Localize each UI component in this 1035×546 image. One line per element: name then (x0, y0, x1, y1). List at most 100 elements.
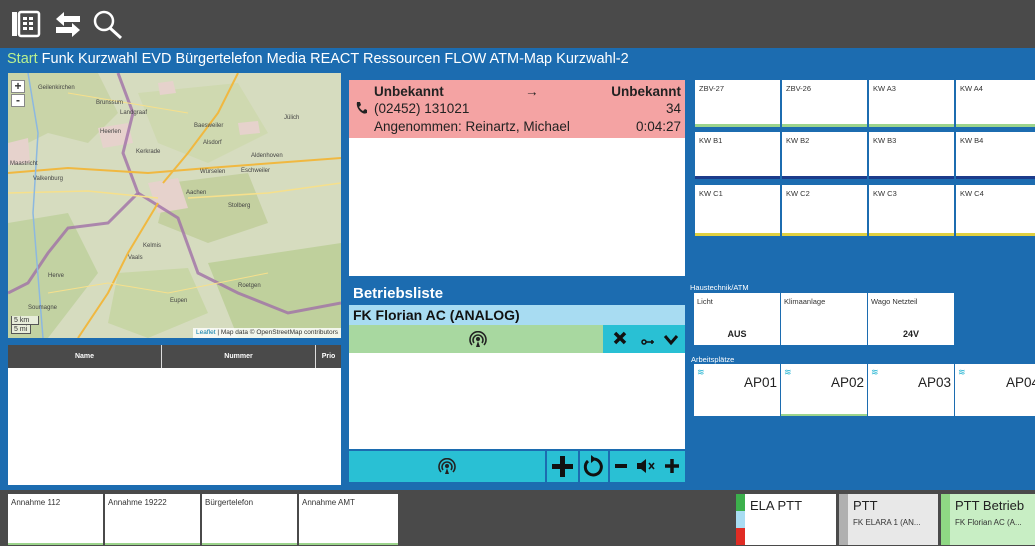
radio-transmit-bar[interactable] (349, 451, 545, 482)
haus-klimaanlage[interactable]: Klimaanlage (781, 293, 867, 345)
tab-kurzwahl-2[interactable]: Kurzwahl-2 (556, 51, 629, 67)
zoom-out-button[interactable]: - (11, 94, 25, 107)
tab-start[interactable]: Start (7, 51, 38, 67)
map-place-label: Aldenhoven (251, 153, 283, 159)
map-place-label: Roetgen (238, 283, 261, 289)
map-place-label: Eschweiler (241, 168, 271, 174)
annahme-112-label: Annahme 112 (11, 498, 61, 507)
map-place-label: Kelmis (143, 243, 162, 249)
leaflet-link[interactable]: Leaflet (196, 329, 216, 336)
kurzwahl-label: KW B3 (873, 136, 897, 145)
betriebsliste-title: Betriebsliste (349, 283, 685, 305)
ap-tile[interactable]: ≋ AP03 (868, 364, 954, 416)
kurzwahl-tile[interactable]: KW B4 (956, 132, 1035, 179)
search-icon[interactable] (92, 9, 124, 40)
ap-tile[interactable]: ≋ AP02 (781, 364, 867, 416)
annahme-112-button[interactable]: Annahme 112 (8, 494, 103, 545)
betriebsliste-channel[interactable]: FK Florian AC (ANALOG) (349, 305, 685, 325)
map-place-label: Maastricht (10, 161, 38, 167)
map-place-label: Baesweiler (194, 123, 224, 129)
ptt-indicator (941, 494, 950, 545)
zoom-in-button[interactable]: + (11, 80, 25, 93)
tab-atm-map[interactable]: ATM-Map (490, 51, 553, 67)
tab-bürgertelefon[interactable]: Bürgertelefon (175, 51, 262, 67)
app-root: Start Funk Kurzwahl EVD Bürgertelefon Me… (0, 0, 1035, 546)
add-button[interactable] (547, 451, 578, 482)
kurzwahl-tile[interactable]: KW A3 (869, 80, 954, 127)
kurzwahl-status-bar (782, 176, 867, 179)
annahme-19222-button[interactable]: Annahme 19222 (105, 494, 200, 545)
channel-controls (603, 325, 685, 353)
annahme-amt-label: Annahme AMT (302, 498, 355, 507)
ela-ptt-button[interactable]: ELA PTT (736, 494, 836, 545)
haus-klima-label: Klimaanlage (784, 297, 826, 306)
link-icon[interactable] (641, 334, 655, 352)
ap-tile[interactable]: ≋ AP01 (694, 364, 780, 416)
kurzwahl-tile[interactable]: ZBV-27 (695, 80, 780, 127)
map-place-label: Vaals (128, 255, 143, 261)
kurzwahl-tile[interactable]: KW B3 (869, 132, 954, 179)
wifi-icon: ≋ (784, 367, 792, 377)
kurzwahl-tile[interactable]: KW A4 (956, 80, 1035, 127)
kurzwahl-tile[interactable]: KW C4 (956, 185, 1035, 236)
kurzwahl-tile[interactable]: KW C1 (695, 185, 780, 236)
map-place-label: Jülich (284, 115, 300, 121)
haus-wago-value: 24V (902, 329, 919, 339)
kurzwahl-tile[interactable]: KW C2 (782, 185, 867, 236)
haus-wago-netzteil[interactable]: Wago Netzteil 24V (868, 293, 954, 345)
active-call[interactable]: Unbekannt → Unbekannt (02452) 131021 34 … (349, 80, 685, 138)
kurzwahl-tile[interactable]: ZBV-26 (782, 80, 867, 127)
volume-controls (610, 451, 685, 482)
tab-funk[interactable]: Funk (42, 51, 74, 67)
kurzwahl-label: KW B2 (786, 136, 810, 145)
radio-status-bar[interactable] (349, 325, 603, 353)
button-status-bar (8, 543, 103, 545)
ptt-indicator (839, 494, 848, 545)
tab-react[interactable]: REACT (310, 51, 359, 67)
tab-evd[interactable]: EVD (142, 51, 172, 67)
kurzwahl-tile[interactable]: KW B2 (782, 132, 867, 179)
tab-kurzwahl[interactable]: Kurzwahl (78, 51, 138, 67)
chevron-down-icon[interactable] (663, 333, 679, 351)
kurzwahl-tile[interactable]: KW C3 (869, 185, 954, 236)
tab-media[interactable]: Media (267, 51, 307, 67)
refresh-icon[interactable] (580, 451, 608, 482)
kurzwahl-label: KW C4 (960, 189, 984, 198)
transfer-arrows-icon[interactable] (52, 9, 84, 39)
haus-licht-label: Licht (697, 297, 713, 306)
annahme-amt-button[interactable]: Annahme AMT (299, 494, 398, 545)
col-nummer[interactable]: Nummer (162, 345, 316, 368)
tab-flow[interactable]: FLOW (444, 51, 486, 67)
map-view[interactable]: Geilenkirchen Brunssum Heerlen Landgraaf Ker… (8, 73, 341, 338)
ptt-indicator-red (736, 528, 745, 545)
radio-wave-icon (469, 330, 487, 354)
ptt-button[interactable]: PTT FK ELARA 1 (AN... (839, 494, 938, 545)
kurzwahl-label: ZBV-27 (699, 84, 725, 93)
caller-name: Unbekannt (374, 84, 444, 99)
map-place-label: Aachen (186, 190, 207, 196)
tab-ressourcen[interactable]: Ressourcen (363, 51, 440, 67)
ptt-sub: FK ELARA 1 (AN... (853, 518, 921, 527)
wifi-icon: ≋ (958, 367, 966, 377)
haus-licht[interactable]: Licht AUS (694, 293, 780, 345)
callee-name: Unbekannt (611, 84, 681, 99)
close-icon[interactable] (612, 330, 628, 351)
map-place-label: Kerkrade (136, 149, 161, 155)
volume-up-button[interactable] (664, 457, 680, 480)
ap-tile[interactable]: ≋ AP04 (955, 364, 1035, 416)
kurzwahl-tile[interactable]: KW B1 (695, 132, 780, 179)
ptt-betrieb-button[interactable]: PTT Betrieb FK Florian AC (A... (941, 494, 1035, 545)
mute-icon[interactable] (636, 458, 656, 479)
col-name[interactable]: Name (8, 345, 162, 368)
buergertelefon-button[interactable]: Bürgertelefon (202, 494, 297, 545)
annahme-19222-label: Annahme 19222 (108, 498, 167, 507)
phonebook-icon[interactable] (10, 9, 42, 39)
button-status-bar (105, 543, 200, 545)
call-panel: Unbekannt → Unbekannt (02452) 131021 34 … (349, 80, 685, 276)
map-place-label: Herve (48, 273, 65, 279)
col-prio[interactable]: Prio (316, 345, 341, 368)
haus-wago-label: Wago Netzteil (871, 297, 918, 306)
kurzwahl-status-bar (956, 176, 1035, 179)
phone-icon (355, 101, 368, 118)
volume-down-button[interactable] (614, 457, 628, 480)
